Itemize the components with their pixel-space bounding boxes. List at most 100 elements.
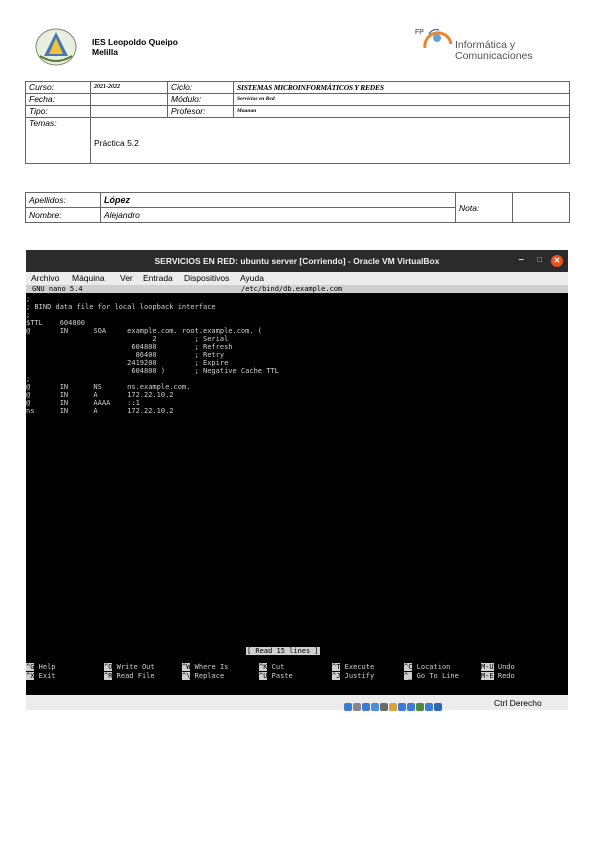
nano-status-message: [ Read 15 lines ] — [246, 647, 320, 655]
nano-line: ; BIND data file for local loopback inte… — [26, 303, 216, 311]
optical-icon[interactable] — [353, 703, 361, 711]
nano-titlebar: GNU nano 5.4 /etc/bind/db.example.com — [26, 285, 568, 293]
shortcut-label: Exit — [34, 672, 56, 680]
nombre-label: Nombre: — [25, 207, 101, 223]
dept-line2: Comunicaciones — [455, 50, 533, 62]
hdd-icon[interactable] — [344, 703, 352, 711]
nano-line: ; — [26, 375, 31, 383]
profesor-label: Profesor: — [167, 105, 234, 118]
nano-line: ns IN A 172.22.10.2 — [26, 407, 174, 415]
nano-shortcut: ^R Read File — [104, 672, 155, 680]
fecha-label: Fecha: — [25, 93, 91, 106]
recording-icon[interactable] — [407, 703, 415, 711]
school-line1: IES Leopoldo Queipo — [92, 37, 178, 47]
shortcut-label: Replace — [190, 672, 225, 680]
window-titlebar: SERVICIOS EN RED: ubuntu server [Corrien… — [26, 250, 568, 272]
nota-value — [512, 192, 570, 223]
shortcut-label: Cut — [267, 663, 285, 671]
nano-filename: /etc/bind/db.example.com — [241, 285, 343, 293]
department-name: Informática y Comunicaciones — [455, 40, 533, 62]
apellidos-label: Apellidos: — [25, 192, 101, 208]
network-icon[interactable] — [380, 703, 388, 711]
fp-logo: FP — [415, 28, 453, 49]
school-line2: Melilla — [92, 47, 118, 57]
nano-shortcut: ^K Cut — [259, 663, 284, 671]
status-icons — [344, 698, 443, 711]
nano-shortcut: ^J Justify — [332, 672, 374, 680]
curso-value: 2021-2022 — [90, 81, 168, 94]
menu-ayuda[interactable]: Ayuda — [240, 273, 264, 283]
shortcut-label: Redo — [493, 672, 515, 680]
cpu-icon[interactable] — [416, 703, 424, 711]
shortcut-label: Paste — [267, 672, 293, 680]
nano-shortcut: ^X Exit — [26, 672, 56, 680]
tipo-label: Tipo: — [25, 105, 91, 118]
modulo-label: Módulo: — [167, 93, 234, 106]
nano-shortcut: M-U Undo — [481, 663, 515, 671]
shortcut-label: Write Out — [112, 663, 155, 671]
nano-line: 604800 ; Refresh — [26, 343, 233, 351]
shortcut-key: M-E — [481, 672, 494, 680]
apellidos-value: López — [100, 192, 456, 208]
nombre-value: Alejandro — [100, 207, 456, 223]
menu-bar: Archivo Máquina Ver Entrada Dispositivos… — [26, 272, 568, 285]
usb-icon[interactable] — [362, 703, 370, 711]
nano-shortcut: ^O Write Out — [104, 663, 155, 671]
temas-value: Práctica 5.2 — [94, 138, 139, 148]
nano-shortcut: ^\ Replace — [182, 672, 224, 680]
nano-line: $TTL 604800 — [26, 319, 86, 327]
shortcut-label: Execute — [340, 663, 375, 671]
nano-line: @ IN AAAA ::1 — [26, 399, 140, 407]
nano-line: ; — [26, 311, 31, 319]
shortcut-label: Read File — [112, 672, 155, 680]
menu-entrada[interactable]: Entrada — [143, 273, 173, 283]
nano-line: ; — [26, 295, 31, 303]
fp-logo-text: FP — [415, 29, 424, 36]
vm-statusbar: Ctrl Derecho — [26, 695, 568, 711]
menu-dispositivos[interactable]: Dispositivos — [184, 273, 229, 283]
mouse-icon[interactable] — [425, 703, 433, 711]
nano-line: 2419200 ; Expire — [26, 359, 229, 367]
menu-archivo[interactable]: Archivo — [31, 273, 59, 283]
school-logo — [35, 28, 77, 66]
nano-shortcut: ^W Where Is — [182, 663, 228, 671]
shortcut-label: Undo — [493, 663, 515, 671]
window-title: SERVICIOS EN RED: ubuntu server [Corrien… — [154, 256, 440, 266]
nano-version: GNU nano 5.4 — [32, 285, 83, 293]
course-info-table: Curso: 2021-2022 Ciclo: SISTEMAS MICROIN… — [25, 81, 570, 164]
shortcut-label: Where Is — [190, 663, 229, 671]
nano-line: 2 ; Serial — [26, 335, 229, 343]
nano-shortcut: M-E Redo — [481, 672, 515, 680]
menu-maquina[interactable]: Máquina — [72, 273, 105, 283]
student-info-table: Apellidos: López Nota: Nombre: Alejandro — [25, 192, 570, 223]
nano-line: 86400 ; Retry — [26, 351, 225, 359]
shortcut-label: Location — [412, 663, 451, 671]
host-key-label: Ctrl Derecho — [494, 698, 542, 708]
fecha-value — [90, 93, 168, 106]
nota-label: Nota: — [455, 192, 513, 223]
nano-shortcut: ^T Execute — [332, 663, 374, 671]
temas-value-cell: Práctica 5.2 — [90, 117, 570, 164]
menu-ver[interactable]: Ver — [120, 273, 133, 283]
curso-label: Curso: — [25, 81, 91, 94]
nano-shortcut: ^G Help — [26, 663, 56, 671]
virtualbox-window: SERVICIOS EN RED: ubuntu server [Corrien… — [26, 250, 568, 711]
tipo-value — [90, 105, 168, 118]
nano-line: @ IN SOA example.com. root.example.com. … — [26, 327, 263, 335]
arrow-icon[interactable] — [434, 703, 442, 711]
nano-line: @ IN NS ns.example.com. — [26, 383, 191, 391]
audio-icon[interactable] — [371, 703, 379, 711]
shortcut-label: Justify — [340, 672, 375, 680]
minimize-button[interactable]: – — [518, 255, 524, 265]
nano-line: @ IN A 172.22.10.2 — [26, 391, 174, 399]
display-icon[interactable] — [398, 703, 406, 711]
shortcut-label: Go To Line — [412, 672, 459, 680]
shared-folder-icon[interactable] — [389, 703, 397, 711]
vm-screen[interactable]: GNU nano 5.4 /etc/bind/db.example.com ;;… — [26, 285, 568, 695]
close-button[interactable]: ✕ — [551, 255, 563, 267]
nano-line: 604800 ) ; Negative Cache TTL — [26, 367, 279, 375]
maximize-button[interactable]: □ — [537, 255, 542, 265]
temas-label: Temas: — [25, 117, 91, 164]
modulo-value: Servicios en Red — [233, 93, 570, 106]
nano-shortcut: ^C Location — [404, 663, 450, 671]
